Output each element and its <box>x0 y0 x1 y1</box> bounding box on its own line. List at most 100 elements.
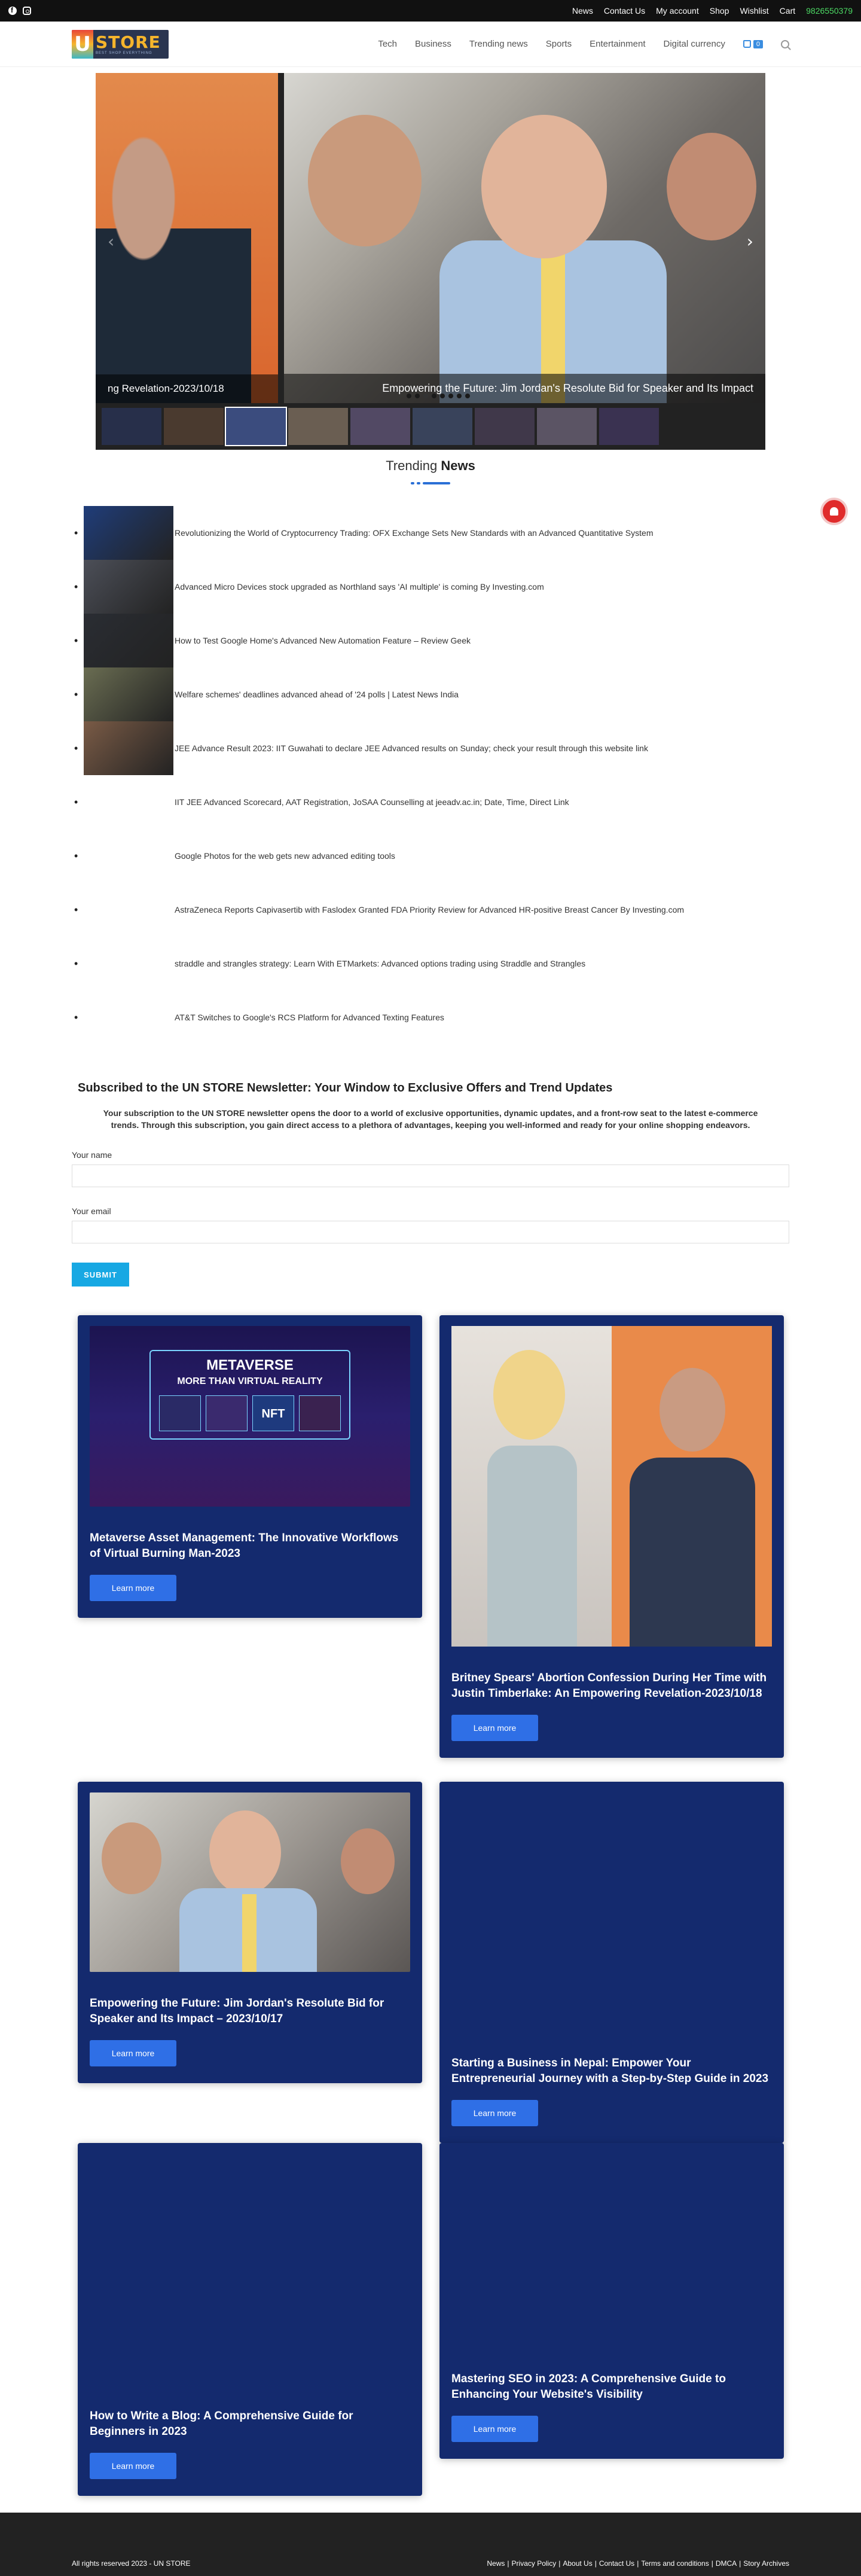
trending-thumbnail[interactable] <box>84 775 173 829</box>
trending-thumbnail[interactable] <box>84 829 173 883</box>
slider-thumbnail[interactable] <box>164 408 224 445</box>
card-title[interactable]: Empowering the Future: Jim Jordan's Reso… <box>90 1996 410 2027</box>
trending-thumbnail[interactable] <box>84 560 173 614</box>
learn-more-button[interactable]: Learn more <box>90 2040 176 2066</box>
site-logo[interactable]: U STORE BEST SHOP EVERYTHING <box>72 29 169 59</box>
trending-thumbnail[interactable] <box>84 667 173 721</box>
trending-item-title[interactable]: JEE Advance Result 2023: IIT Guwahati to… <box>175 743 648 753</box>
trending-item-title[interactable]: IIT JEE Advanced Scorecard, AAT Registra… <box>175 797 569 807</box>
trending-item[interactable]: Revolutionizing the World of Cryptocurre… <box>74 506 861 560</box>
toplink-wishlist[interactable]: Wishlist <box>740 6 768 16</box>
cart-button[interactable]: 0 <box>743 39 763 48</box>
article-card[interactable]: METAVERSE MORE THAN VIRTUAL REALITY NFT … <box>78 1315 422 1618</box>
slider-thumbnail[interactable] <box>102 408 161 445</box>
trending-item[interactable]: AstraZeneca Reports Capivasertib with Fa… <box>74 883 861 937</box>
toplink-news[interactable]: News <box>572 6 593 16</box>
article-card[interactable]: Starting a Business in Nepal: Empower Yo… <box>439 1782 784 2143</box>
trending-item[interactable]: Google Photos for the web gets new advan… <box>74 829 861 883</box>
footer-link[interactable]: Privacy Policy <box>512 2559 557 2568</box>
trending-thumbnail[interactable] <box>84 614 173 667</box>
footer-link[interactable]: Contact Us <box>599 2559 634 2568</box>
featured-slider[interactable]: ng Revelation-2023/10/18 Empowering the … <box>96 73 765 450</box>
card-title[interactable]: How to Write a Blog: A Comprehensive Gui… <box>90 2409 410 2440</box>
learn-more-button[interactable]: Learn more <box>451 1715 538 1741</box>
slider-dot[interactable] <box>432 394 436 398</box>
slider-prev-icon[interactable]: ‹ <box>108 231 114 251</box>
slider-dot[interactable] <box>448 394 453 398</box>
slider-thumbnail[interactable] <box>350 408 410 445</box>
trending-thumbnail[interactable] <box>84 937 173 990</box>
article-card[interactable]: How to Write a Blog: A Comprehensive Gui… <box>78 2143 422 2496</box>
learn-more-button[interactable]: Learn more <box>90 1575 176 1601</box>
learn-more-button[interactable]: Learn more <box>451 2100 538 2126</box>
trending-item[interactable]: Advanced Micro Devices stock upgraded as… <box>74 560 861 614</box>
toplink-account[interactable]: My account <box>656 6 699 16</box>
slider-next-icon[interactable]: › <box>747 231 753 251</box>
slider-thumbnail[interactable] <box>475 408 535 445</box>
slider-thumbnail[interactable] <box>288 408 348 445</box>
trending-item[interactable]: IIT JEE Advanced Scorecard, AAT Registra… <box>74 775 861 829</box>
nav-trending-news[interactable]: Trending news <box>469 39 528 49</box>
nav-business[interactable]: Business <box>415 39 451 49</box>
trending-thumbnail[interactable] <box>84 721 173 775</box>
name-field[interactable] <box>72 1164 789 1187</box>
nav-sports[interactable]: Sports <box>546 39 572 49</box>
social-links <box>8 6 31 15</box>
article-card[interactable]: Empowering the Future: Jim Jordan's Reso… <box>78 1782 422 2083</box>
trending-item[interactable]: Welfare schemes' deadlines advanced ahea… <box>74 667 861 721</box>
trending-item-title[interactable]: Advanced Micro Devices stock upgraded as… <box>175 582 544 592</box>
learn-more-button[interactable]: Learn more <box>90 2453 176 2479</box>
facebook-icon[interactable] <box>8 6 17 15</box>
slider-dot[interactable] <box>440 394 445 398</box>
slider-dot[interactable] <box>415 394 420 398</box>
submit-button[interactable]: SUBMIT <box>72 1263 129 1287</box>
footer-link[interactable]: About Us <box>563 2559 592 2568</box>
card-title[interactable]: Mastering SEO in 2023: A Comprehensive G… <box>451 2371 772 2403</box>
slider-thumbnail[interactable] <box>413 408 472 445</box>
notification-button[interactable] <box>820 498 848 525</box>
phone-number[interactable]: 9826550379 <box>806 6 853 16</box>
nav-digital-currency[interactable]: Digital currency <box>664 39 725 49</box>
trending-item-title[interactable]: Google Photos for the web gets new advan… <box>175 851 395 861</box>
slide-caption-previous[interactable]: ng Revelation-2023/10/18 <box>96 374 278 403</box>
trending-item-title[interactable]: AT&T Switches to Google's RCS Platform f… <box>175 1013 444 1022</box>
trending-thumbnail[interactable] <box>84 506 173 560</box>
footer-link[interactable]: Story Archives <box>743 2559 789 2568</box>
toplink-shop[interactable]: Shop <box>710 6 729 16</box>
trending-item[interactable]: AT&T Switches to Google's RCS Platform f… <box>74 990 861 1044</box>
article-card[interactable]: Mastering SEO in 2023: A Comprehensive G… <box>439 2143 784 2459</box>
trending-item[interactable]: How to Test Google Home's Advanced New A… <box>74 614 861 667</box>
trending-thumbnail[interactable] <box>84 990 173 1044</box>
trending-item-title[interactable]: How to Test Google Home's Advanced New A… <box>175 636 471 645</box>
learn-more-button[interactable]: Learn more <box>451 2416 538 2442</box>
toplink-cart[interactable]: Cart <box>780 6 795 16</box>
nav-entertainment[interactable]: Entertainment <box>590 39 645 49</box>
email-field[interactable] <box>72 1221 789 1243</box>
trending-thumbnail[interactable] <box>84 883 173 937</box>
card-title[interactable]: Starting a Business in Nepal: Empower Yo… <box>451 2056 772 2087</box>
slider-thumbnail[interactable] <box>537 408 597 445</box>
search-icon[interactable] <box>781 39 789 48</box>
slide-caption-current[interactable]: Empowering the Future: Jim Jordan's Reso… <box>284 374 765 403</box>
nav-tech[interactable]: Tech <box>378 39 397 49</box>
trending-item[interactable]: JEE Advance Result 2023: IIT Guwahati to… <box>74 721 861 775</box>
slider-dot[interactable] <box>423 394 428 398</box>
trending-item-title[interactable]: Revolutionizing the World of Cryptocurre… <box>175 528 653 538</box>
trending-item-title[interactable]: AstraZeneca Reports Capivasertib with Fa… <box>175 905 684 914</box>
card-title[interactable]: Metaverse Asset Management: The Innovati… <box>90 1531 410 1562</box>
toplink-contact[interactable]: Contact Us <box>604 6 645 16</box>
slider-dot[interactable] <box>407 394 411 398</box>
slider-thumbnail[interactable] <box>599 408 659 445</box>
footer-link[interactable]: DMCA <box>716 2559 737 2568</box>
slider-dot[interactable] <box>465 394 470 398</box>
trending-item-title[interactable]: Welfare schemes' deadlines advanced ahea… <box>175 690 459 699</box>
footer-link[interactable]: Terms and conditions <box>641 2559 709 2568</box>
article-card[interactable]: Britney Spears' Abortion Confession Duri… <box>439 1315 784 1758</box>
trending-item[interactable]: straddle and strangles strategy: Learn W… <box>74 937 861 990</box>
card-title[interactable]: Britney Spears' Abortion Confession Duri… <box>451 1670 772 1702</box>
slider-dot[interactable] <box>457 394 462 398</box>
footer-link[interactable]: News <box>487 2559 505 2568</box>
trending-item-title[interactable]: straddle and strangles strategy: Learn W… <box>175 959 585 968</box>
instagram-icon[interactable] <box>23 7 31 15</box>
slider-thumbnail[interactable] <box>225 407 287 446</box>
